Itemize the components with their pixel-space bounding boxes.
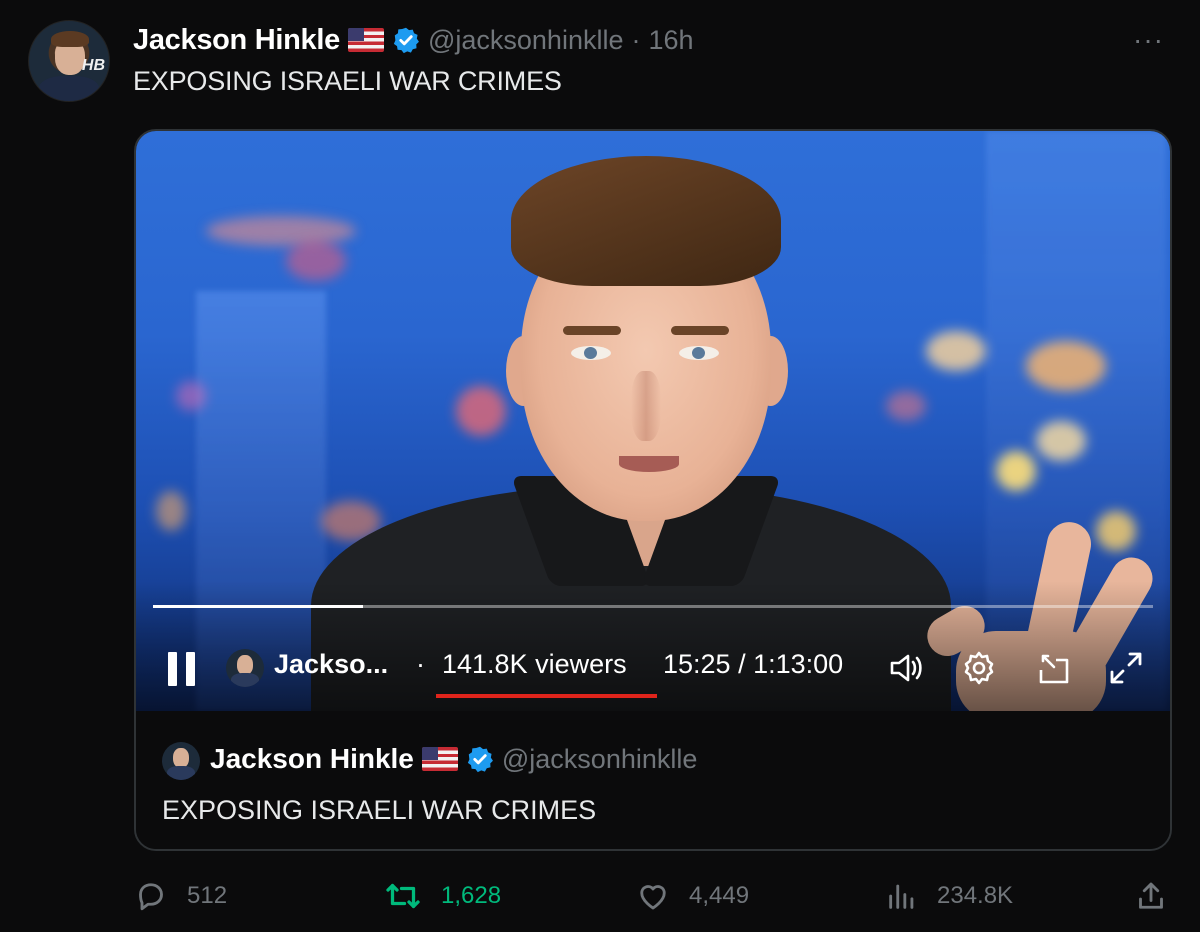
reply-icon [139, 883, 163, 911]
like-button[interactable]: 4,449 [635, 874, 749, 918]
channel-avatar[interactable] [226, 649, 264, 687]
view-count: 234.8K [937, 882, 1014, 909]
us-flag-icon [421, 747, 458, 771]
heart-icon [640, 885, 666, 910]
channel-name[interactable]: Jackso... [274, 649, 388, 680]
views-icon [889, 884, 914, 909]
more-options-icon[interactable]: ··· [1133, 24, 1164, 56]
quoted-header: Jackson Hinkle @jacksonhinklle [210, 741, 697, 777]
embedded-card[interactable]: Jackso... · 141.8K viewers 15:25 / 1:13:… [134, 129, 1172, 851]
reply-count: 512 [187, 882, 228, 909]
avatar-mark: HB [81, 57, 105, 74]
tweet-text: EXPOSING ISRAELI WAR CRIMES [133, 66, 562, 96]
quoted-text: EXPOSING ISRAELI WAR CRIMES [162, 795, 597, 825]
quoted-author-handle[interactable]: @jacksonhinklle [502, 744, 698, 775]
views-button[interactable]: 234.8K [885, 874, 1013, 918]
author-avatar[interactable]: HB [28, 20, 110, 102]
progress-fill [153, 605, 363, 608]
tweet-time[interactable]: 16h [648, 25, 693, 56]
author-handle[interactable]: @jacksonhinklle [428, 25, 624, 56]
gear-icon[interactable] [959, 648, 999, 688]
repost-count: 1,628 [441, 882, 502, 909]
quoted-tweet[interactable]: Jackson Hinkle @jacksonhinklle EXPOSING … [136, 711, 1170, 849]
us-flag-icon [347, 28, 384, 52]
share-button[interactable] [1133, 874, 1169, 918]
volume-icon[interactable] [886, 648, 926, 688]
picture-in-picture-icon[interactable] [1034, 648, 1074, 688]
verified-badge-icon[interactable] [392, 26, 420, 54]
pause-icon[interactable] [168, 652, 198, 686]
separator: · [416, 649, 425, 679]
video-controls: Jackso... · 141.8K viewers 15:25 / 1:13:… [136, 636, 1170, 698]
fullscreen-icon[interactable] [1106, 648, 1146, 688]
playback-time: 15:25 / 1:13:00 [663, 649, 844, 679]
reply-button[interactable]: 512 [133, 874, 227, 918]
viewer-count: 141.8K viewers [442, 649, 627, 679]
separator: · [631, 24, 641, 55]
quoted-author-avatar[interactable] [162, 742, 200, 780]
action-bar: 512 1,628 4,449 234.8K [133, 874, 1173, 918]
highlight-underline [436, 694, 657, 698]
video-player[interactable]: Jackso... · 141.8K viewers 15:25 / 1:13:… [136, 131, 1170, 711]
share-icon [1139, 882, 1163, 909]
like-count: 4,449 [689, 882, 750, 909]
repost-icon [386, 883, 420, 909]
progress-bar[interactable] [153, 605, 1153, 608]
author-name[interactable]: Jackson Hinkle [133, 24, 340, 57]
tweet-header: Jackson Hinkle @jacksonhinklle · 16h [133, 22, 694, 58]
quoted-author-name[interactable]: Jackson Hinkle [210, 743, 414, 775]
repost-button[interactable]: 1,628 [383, 874, 501, 918]
background-light [156, 491, 186, 531]
background-light [176, 381, 206, 411]
verified-badge-icon [467, 746, 493, 773]
